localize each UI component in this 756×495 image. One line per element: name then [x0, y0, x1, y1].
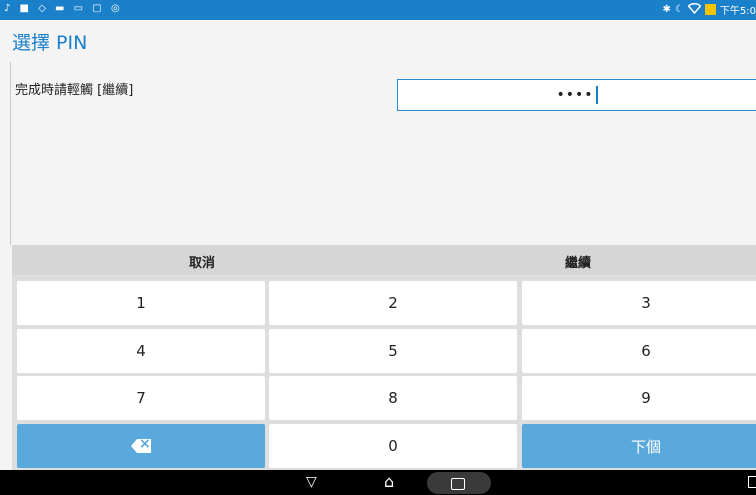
home-icon[interactable]: ⌂ — [384, 472, 394, 491]
delete-button[interactable] — [17, 424, 265, 468]
page-title: 選擇 PIN — [12, 32, 88, 54]
key-1[interactable]: 1 — [17, 281, 265, 325]
pin-input[interactable]: •••• — [397, 79, 756, 111]
bluetooth-icon: ✱ — [662, 4, 671, 15]
battery-icon — [704, 4, 716, 15]
status-bar: ♪ ■ ◇ ▬ ▭ ▢ ◎ ✱ ☾ 下午5:0 — [0, 0, 756, 20]
clock: 下午5:0 — [719, 6, 756, 17]
next-button[interactable]: 下個 — [522, 424, 756, 468]
notification-icons: ♪ ■ ◇ ▬ ▭ ▢ ◎ — [4, 3, 123, 14]
text-cursor — [595, 86, 598, 104]
pin-value: •••• — [398, 86, 756, 104]
key-6[interactable]: 6 — [522, 329, 756, 373]
key-4[interactable]: 4 — [17, 329, 265, 373]
recent-apps-button[interactable] — [427, 472, 491, 494]
pin-prompt: 完成時請輕觸 [繼續] — [15, 83, 134, 98]
key-8[interactable]: 8 — [269, 376, 517, 420]
key-3[interactable]: 3 — [522, 281, 756, 325]
key-5[interactable]: 5 — [269, 329, 517, 373]
title-bar: 選擇 PIN — [0, 20, 756, 62]
key-7[interactable]: 7 — [17, 376, 265, 420]
recent-apps-icon — [451, 478, 465, 490]
cancel-button[interactable]: 取消 — [189, 252, 215, 271]
backspace-icon — [131, 439, 151, 453]
wifi-icon — [687, 2, 702, 17]
key-9[interactable]: 9 — [522, 376, 756, 420]
status-right: ✱ ☾ 下午5:0 — [663, 2, 756, 17]
key-2[interactable]: 2 — [269, 281, 517, 325]
moon-icon: ☾ — [674, 4, 684, 15]
navigation-bar: ▽ ⌂ — [0, 470, 756, 495]
continue-button[interactable]: 繼續 — [565, 252, 591, 271]
numeric-keypad: 1 2 3 4 5 6 7 8 9 0 下個 — [12, 275, 756, 470]
action-bar: 取消 繼續 — [12, 245, 756, 275]
back-icon[interactable]: ▽ — [306, 474, 317, 490]
key-0[interactable]: 0 — [269, 424, 517, 468]
keyboard-icon[interactable] — [748, 476, 756, 488]
content-area: 完成時請輕觸 [繼續] •••• — [10, 62, 756, 245]
